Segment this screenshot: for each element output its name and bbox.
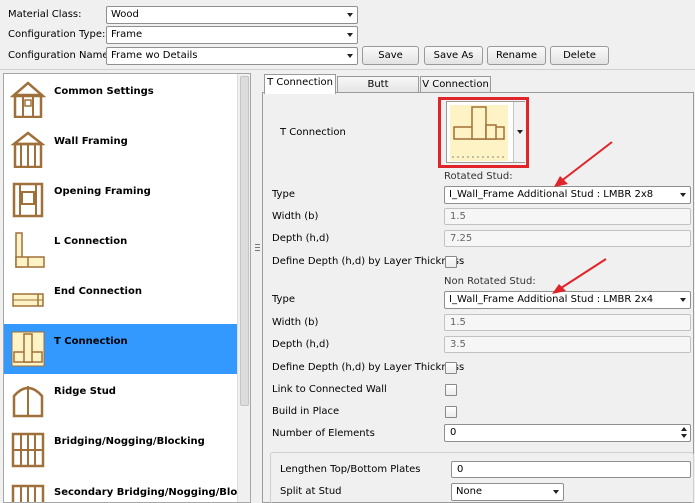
sidebar-item-label: Secondary Bridging/Nogging/Blocking	[54, 487, 251, 498]
divider	[0, 69, 695, 70]
sidebar-item-label: Ridge Stud	[54, 386, 116, 397]
highlight-box	[438, 97, 529, 168]
rename-button[interactable]: Rename	[487, 46, 546, 65]
non-rotated-define-depth-label: Define Depth (h,d) by Layer Thickness	[272, 362, 465, 373]
rotated-depth-field[interactable]: 7.25	[444, 230, 691, 247]
rotated-stud-heading: Rotated Stud:	[444, 171, 513, 182]
configuration-type-value: Frame	[111, 29, 143, 40]
configuration-type-select[interactable]: Frame	[106, 26, 358, 44]
rotated-type-label: Type	[272, 189, 295, 200]
sidebar-item-common-settings[interactable]: Common Settings	[4, 74, 237, 124]
split-at-stud-label: Split at Stud	[280, 486, 342, 497]
material-class-value: Wood	[111, 9, 139, 20]
build-in-place-label: Build in Place	[272, 406, 340, 417]
rotated-define-depth-label: Define Depth (h,d) by Layer Thickness	[272, 256, 465, 267]
sidebar-item-label: Common Settings	[54, 86, 154, 97]
chevron-down-icon	[680, 298, 686, 302]
configuration-type-label: Configuration Type:	[8, 29, 106, 40]
rotated-width-label: Width (b)	[272, 211, 319, 222]
non-rotated-depth-label: Depth (h,d)	[272, 339, 330, 350]
secondary-bridging-icon	[11, 484, 45, 502]
sidebar-item-t-connection[interactable]: T Connection	[4, 324, 237, 374]
sidebar-item-secondary-bridging[interactable]: Secondary Bridging/Nogging/Blocking	[4, 474, 250, 502]
configuration-name-value: Frame wo Details	[111, 50, 198, 61]
increment-icon[interactable]	[681, 427, 687, 431]
sidebar-item-label: Wall Framing	[54, 136, 128, 147]
split-at-stud-value: None	[456, 486, 483, 497]
split-at-stud-select[interactable]: None	[451, 483, 564, 501]
configuration-name-label: Configuration Name:	[8, 50, 112, 61]
lengthen-plates-label: Lengthen Top/Bottom Plates	[280, 464, 421, 475]
delete-button[interactable]: Delete	[550, 46, 609, 65]
tab-v-connection[interactable]: V Connection	[420, 76, 491, 93]
red-arrow-icon	[552, 258, 607, 294]
sidebar-item-wall-framing[interactable]: Wall Framing	[4, 124, 237, 174]
l-connection-icon	[15, 232, 45, 268]
chevron-down-icon	[347, 13, 353, 17]
bridging-icon	[11, 432, 45, 468]
number-of-elements-label: Number of Elements	[272, 428, 375, 439]
red-arrow-icon	[554, 141, 613, 187]
decrement-icon[interactable]	[681, 434, 687, 438]
sidebar-item-bridging[interactable]: Bridging/Nogging/Blocking	[4, 424, 237, 474]
chevron-down-icon	[680, 193, 686, 197]
material-class-select[interactable]: Wood	[106, 6, 358, 24]
sidebar-scrollbar[interactable]	[237, 74, 250, 502]
rotated-width-field[interactable]: 1.5	[444, 208, 691, 225]
sidebar-item-label: T Connection	[54, 336, 128, 347]
end-connection-icon	[12, 293, 44, 307]
sidebar-item-label: End Connection	[54, 286, 142, 297]
splitter-grip[interactable]	[255, 240, 260, 254]
save-button[interactable]: Save	[362, 46, 419, 65]
opening-framing-icon	[12, 182, 44, 218]
non-rotated-width-field[interactable]: 1.5	[444, 314, 691, 331]
link-connected-wall-checkbox[interactable]	[445, 384, 457, 396]
non-rotated-define-depth-checkbox[interactable]	[445, 362, 457, 374]
non-rotated-stud-heading: Non Rotated Stud:	[444, 276, 536, 287]
non-rotated-width-label: Width (b)	[272, 317, 319, 328]
material-class-label: Material Class:	[8, 9, 82, 20]
chevron-down-icon	[553, 490, 559, 494]
sidebar-item-l-connection[interactable]: L Connection	[4, 224, 237, 274]
build-in-place-checkbox[interactable]	[445, 406, 457, 418]
number-of-elements-stepper[interactable]: 0	[444, 424, 691, 442]
number-of-elements-value: 0	[450, 427, 457, 438]
configuration-name-select[interactable]: Frame wo Details	[106, 47, 358, 65]
ridge-stud-icon	[12, 386, 44, 418]
common-settings-icon	[10, 81, 46, 118]
tab-butt-connection[interactable]: Butt Connection	[337, 76, 419, 105]
chevron-down-icon	[347, 33, 353, 37]
rotated-depth-label: Depth (h,d)	[272, 233, 330, 244]
sidebar: Common Settings Wall Framing Opening Fra…	[3, 73, 251, 503]
sidebar-item-end-connection[interactable]: End Connection	[4, 274, 237, 324]
non-rotated-type-label: Type	[272, 294, 295, 305]
non-rotated-depth-field[interactable]: 3.5	[444, 336, 691, 353]
rotated-define-depth-checkbox[interactable]	[445, 256, 457, 268]
t-connection-label: T Connection	[280, 127, 346, 138]
t-connection-icon	[11, 331, 45, 367]
sidebar-item-ridge-stud[interactable]: Ridge Stud	[4, 374, 237, 424]
scrollbar-thumb[interactable]	[240, 76, 249, 406]
save-as-button[interactable]: Save As	[424, 46, 483, 65]
wall-framing-icon	[10, 131, 46, 168]
sidebar-item-label: Opening Framing	[54, 186, 151, 197]
sidebar-item-label: L Connection	[54, 236, 128, 247]
sidebar-item-label: Bridging/Nogging/Blocking	[54, 436, 205, 447]
tab-t-connection[interactable]: T Connection	[264, 74, 336, 94]
link-connected-wall-label: Link to Connected Wall	[272, 384, 387, 395]
lengthen-plates-field[interactable]: 0	[451, 461, 691, 478]
chevron-down-icon	[347, 54, 353, 58]
sidebar-item-opening-framing[interactable]: Opening Framing	[4, 174, 237, 224]
